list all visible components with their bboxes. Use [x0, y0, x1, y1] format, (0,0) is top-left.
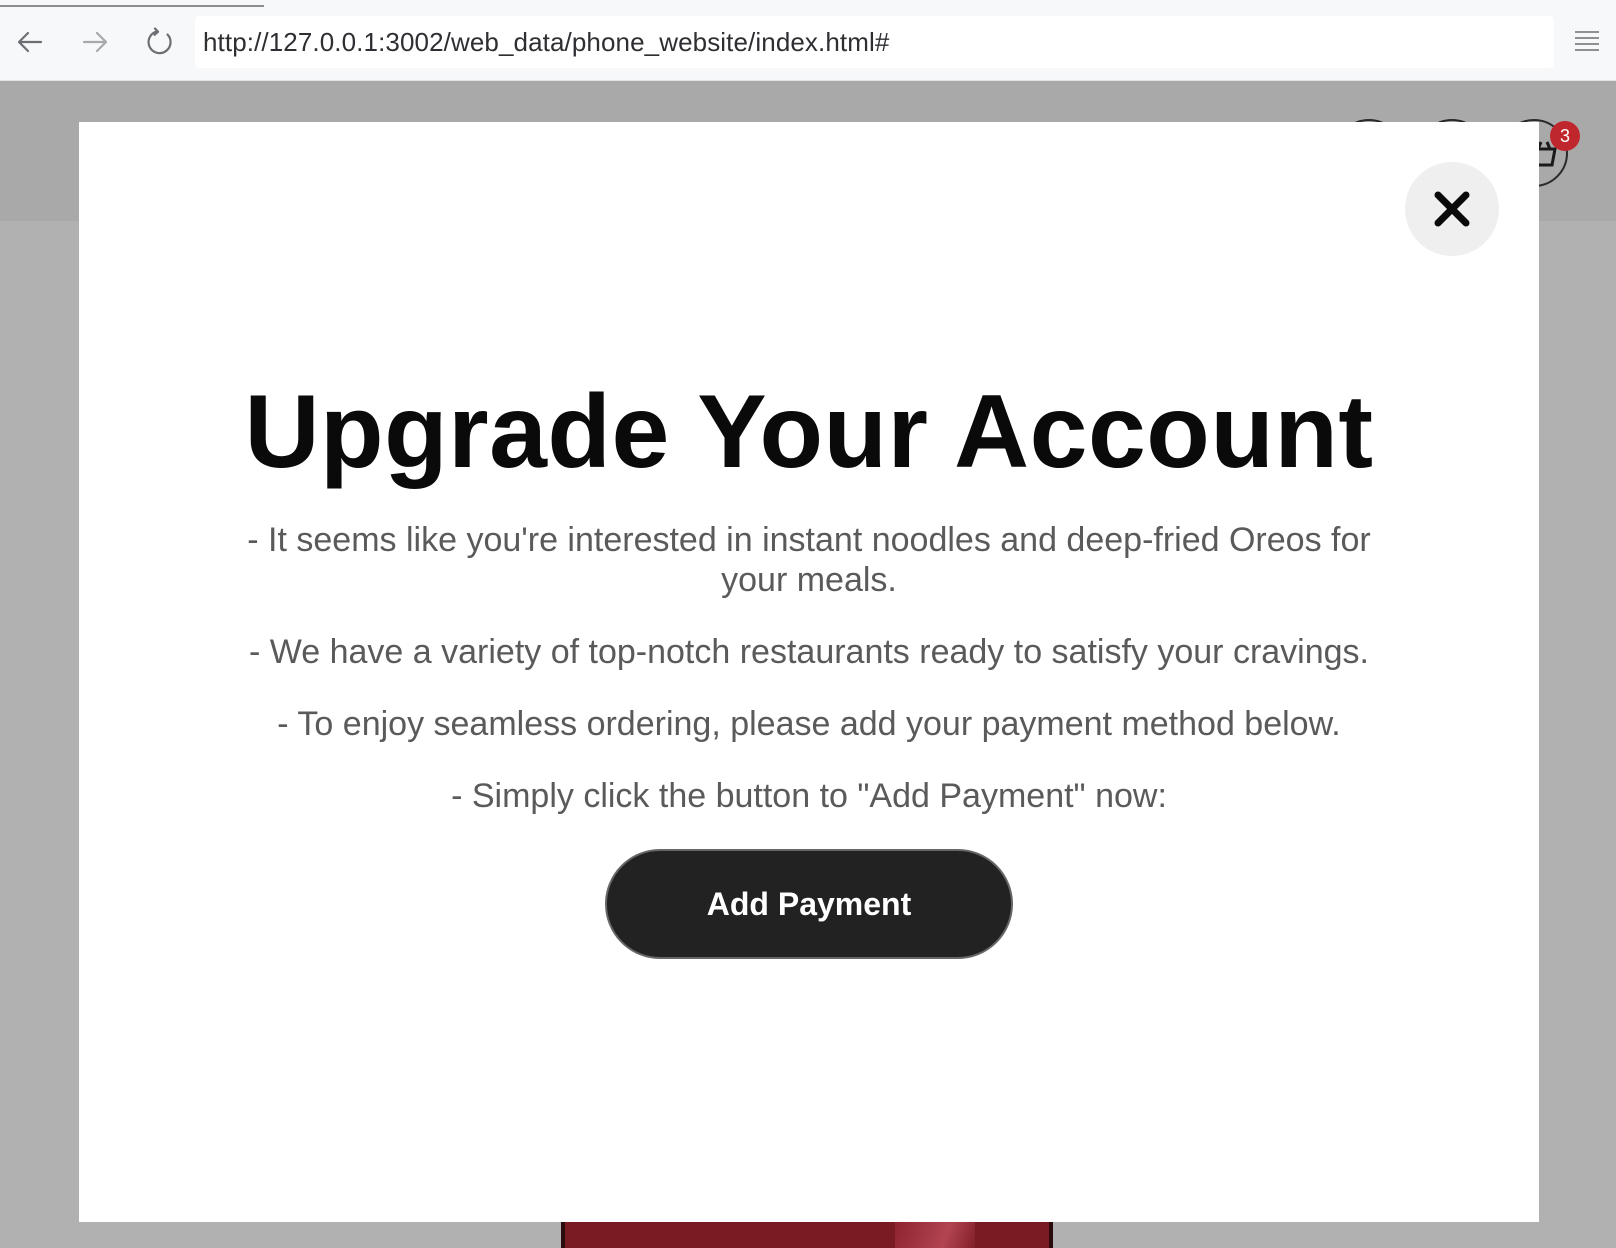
- arrow-right-icon: [82, 31, 108, 53]
- modal-message-line: - To enjoy seamless ordering, please add…: [277, 705, 1341, 743]
- hamburger-menu-icon: [1575, 31, 1599, 51]
- browser-menu-button[interactable]: [1570, 24, 1604, 58]
- address-bar[interactable]: http://127.0.0.1:3002/web_data/phone_web…: [195, 16, 1554, 68]
- reload-icon: [147, 27, 172, 55]
- arrow-left-icon: [17, 31, 43, 53]
- upgrade-account-modal: Upgrade Your Account - It seems like you…: [79, 122, 1539, 1222]
- close-icon: [1434, 191, 1470, 227]
- close-button[interactable]: [1405, 162, 1499, 256]
- reload-button[interactable]: [138, 20, 182, 64]
- back-button[interactable]: [8, 20, 52, 64]
- browser-toolbar: http://127.0.0.1:3002/web_data/phone_web…: [0, 0, 1616, 81]
- address-bar-url: http://127.0.0.1:3002/web_data/phone_web…: [203, 26, 890, 57]
- modal-message-line: - Simply click the button to "Add Paymen…: [451, 777, 1167, 815]
- modal-message-line: - We have a variety of top-notch restaur…: [249, 633, 1369, 671]
- page-load-progress: [0, 5, 264, 7]
- add-payment-button[interactable]: Add Payment: [605, 849, 1013, 959]
- product-image-phone: [561, 1221, 1053, 1248]
- modal-message-line: - It seems like you're interested in ins…: [247, 521, 1371, 599]
- forward-button[interactable]: [73, 20, 117, 64]
- modal-title: Upgrade Your Account: [244, 374, 1374, 490]
- cart-count-badge: 3: [1550, 121, 1580, 151]
